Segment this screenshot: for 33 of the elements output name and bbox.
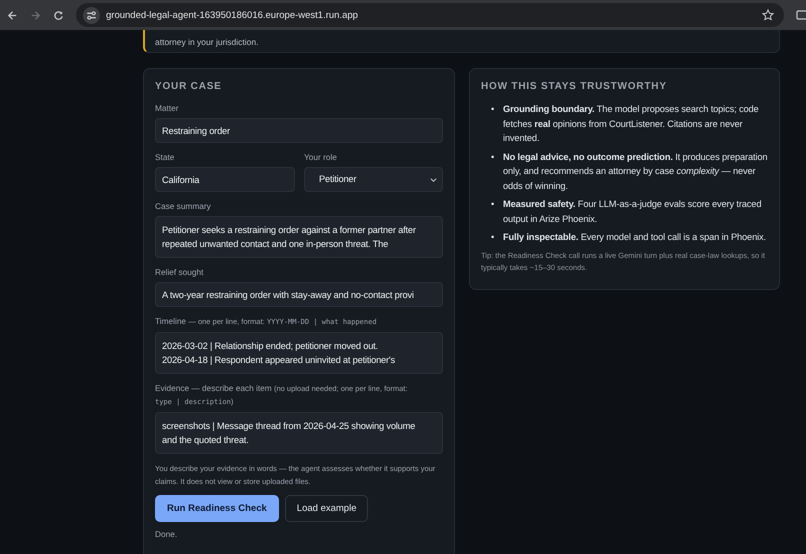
load-example-button[interactable]: Load example [284, 495, 368, 522]
run-check-button[interactable]: Run Readiness Check [155, 495, 279, 522]
bullet-marker: • [491, 150, 496, 164]
timeline-field[interactable]: 2026-03-02 | Relationship ended; petitioner moved out. 2026-04-18 | Respondent appeared uninvited at petitioner's [155, 332, 443, 374]
bullet-text: Grounding boundary. The model proposes search topics; code fetches real opinions from CourtListener. Citations are never invented. [503, 103, 760, 145]
state-field[interactable]: California [155, 167, 295, 192]
bullet-text: Fully inspectable. Every model and tool call is a span in Phoenix. [503, 231, 766, 244]
role-dropdown[interactable]: Petitioner [304, 167, 443, 192]
status-text: Done. [155, 529, 178, 539]
case-summary-field[interactable]: Petitioner seeks a restraining order against a former partner after repeated unwanted contact and one in-person threat. The [155, 216, 443, 258]
bullet-text: Measured safety. Four LLM-as-a-judge evals score every traced output in Arize Phoenix. [503, 198, 762, 226]
site-settings-icon[interactable] [83, 6, 100, 24]
bookmark-star-icon[interactable] [762, 9, 774, 21]
address-bar[interactable]: grounded-legal-agent-163950186016.europe-west1.run.app [76, 3, 784, 27]
relief-field[interactable]: A two-year restraining order with stay-away and no-contact provi [155, 282, 443, 307]
notice-text: attorney in your jurisdiction. [155, 37, 258, 47]
chevron-down-icon [430, 176, 437, 182]
bullet-marker: • [491, 198, 496, 211]
field-label: Case summary [155, 200, 212, 212]
bullet-marker: • [491, 103, 496, 116]
card-title: YOUR CASE [155, 81, 223, 92]
field-label: Your role [304, 151, 338, 163]
reload-icon[interactable] [53, 10, 64, 20]
field-label: State [155, 151, 176, 163]
card-title: HOW THIS STAYS TRUSTWORTHY [481, 81, 668, 92]
bullet-text: No legal advice, no outcome prediction. It produces preparation only, and recommends an attorney by case complexity — never odds of winning. [503, 150, 768, 193]
field-label: Relief sought [155, 266, 204, 278]
evidence-field[interactable]: screenshots | Message thread from 2026-04-25 showing volume and the quoted threat. [155, 412, 443, 454]
matter-field[interactable]: Restraining order [155, 118, 443, 143]
back-icon[interactable] [7, 10, 18, 20]
bullet-marker: • [491, 231, 496, 244]
field-label: Matter [155, 102, 180, 114]
url-text: grounded-legal-agent-163950186016.europe-west1.run.app [106, 10, 359, 20]
